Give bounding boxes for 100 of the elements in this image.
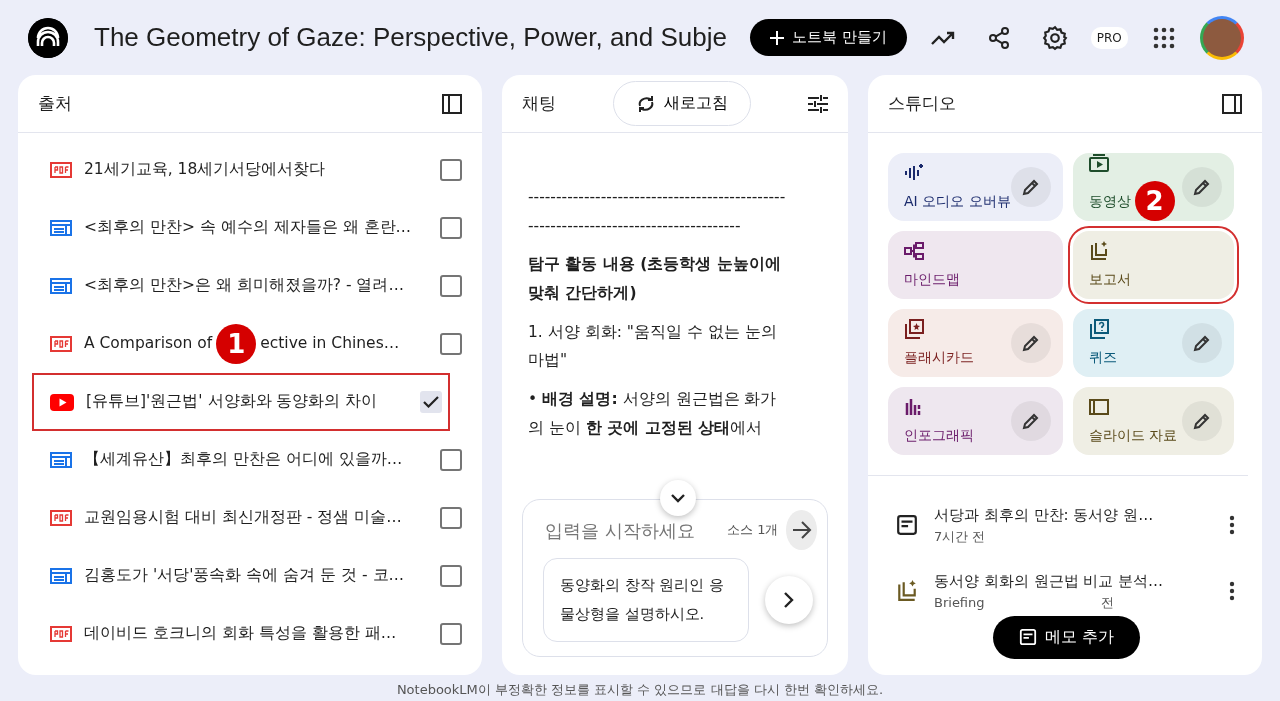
tile-label: 퀴즈 <box>1088 347 1117 367</box>
source-row[interactable]: A Comparison of 1 ective in Chines… <box>18 315 482 373</box>
source-checkbox[interactable] <box>440 565 462 587</box>
source-checkbox[interactable] <box>440 449 462 471</box>
studio-tile[interactable]: 플래시카드 <box>888 309 1063 377</box>
source-title[interactable]: ective in Chines… <box>260 332 400 356</box>
chevron-down-icon[interactable] <box>671 493 685 503</box>
source-row[interactable]: 교원임용시험 대비 최신개정판 - 정샘 미술… <box>18 489 482 547</box>
source-row[interactable]: 데이비드 호크니의 회화 특성을 활용한 패… <box>18 605 482 663</box>
plan-badge: PRO <box>1090 26 1128 49</box>
source-checkbox[interactable] <box>440 333 462 355</box>
notebook-title[interactable]: The Geometry of Gaze: Perspective, Power, and Subje <box>94 18 734 57</box>
chevron-right-icon[interactable] <box>784 592 794 608</box>
tile-label: 인포그래픽 <box>904 425 974 445</box>
panel-toggle-icon[interactable] <box>442 93 462 114</box>
suggested-question[interactable]: 동양화의 창작 원리인 응물상형을 설명하시오. <box>543 558 749 642</box>
source-title[interactable]: A Comparison of <box>84 332 213 356</box>
source-title[interactable]: 데이비드 호크니의 회화 특성을 활용한 패… <box>84 622 397 646</box>
studio-tile[interactable]: 슬라이드 자료 <box>1072 387 1234 455</box>
source-title[interactable]: <최후의 만찬> 속 예수의 제자들은 왜 혼란… <box>84 216 412 240</box>
edit-button[interactable] <box>1010 401 1051 441</box>
tile-label: 플래시카드 <box>904 347 974 367</box>
refresh-button[interactable]: 새로고침 <box>613 80 751 127</box>
source-checkbox[interactable] <box>440 623 462 645</box>
source-row[interactable]: 【세계유산】최후의 만찬은 어디에 있을까… <box>18 431 482 489</box>
source-title[interactable]: 김홍도가 '서당'풍속화 속에 숨겨 둔 것 - 코… <box>84 564 405 588</box>
studio-tile[interactable]: 동영상 2 <box>1072 153 1234 221</box>
note-title[interactable]: 서당과 최후의 만찬: 동서양 원… <box>934 504 1196 527</box>
source-checkbox[interactable] <box>440 275 462 297</box>
source-checkbox[interactable] <box>440 507 462 529</box>
arrow-right-icon[interactable] <box>791 521 812 539</box>
pencil-icon[interactable] <box>1020 411 1041 431</box>
pencil-icon[interactable] <box>1192 411 1212 431</box>
refresh-icon[interactable] <box>636 93 656 114</box>
source-title[interactable]: <최후의 만찬>은 왜 희미해졌을까? - 열려… <box>84 274 404 298</box>
logo-icon[interactable] <box>28 17 68 58</box>
panel-title: 출처 <box>38 91 72 115</box>
source-row[interactable]: 김홍도가 '서당'풍속화 속에 숨겨 둔 것 - 코… <box>18 547 482 605</box>
studio-tile[interactable]: 마인드맵 <box>888 231 1063 299</box>
edit-button[interactable] <box>1010 323 1051 363</box>
report-sparkle-icon <box>896 580 918 602</box>
tile-label: AI 오디오 오버뷰 <box>904 191 1011 211</box>
edit-button[interactable] <box>1010 167 1051 207</box>
pdf-file-icon <box>50 336 72 352</box>
pencil-icon[interactable] <box>1192 177 1212 197</box>
panel-toggle-icon[interactable] <box>1222 93 1242 114</box>
mind-map-icon <box>904 240 924 261</box>
pdf-file-icon <box>50 510 72 526</box>
step-callout: 2 <box>1134 181 1175 221</box>
send-button[interactable] <box>786 510 817 550</box>
chat-message-text: ------------------------------------------------------------------------------------ <box>528 187 787 237</box>
chat-message-text: 탐구 활동 내용 (초등학생 눈높이에 맞춰 간단하게) <box>528 254 782 304</box>
plus-icon[interactable] <box>770 30 784 45</box>
panel-title: 채팅 <box>522 91 556 115</box>
tile-label: 마인드맵 <box>904 269 960 289</box>
web-page-icon <box>50 452 72 468</box>
web-page-icon <box>50 220 72 236</box>
source-checkbox[interactable] <box>440 217 462 239</box>
video-icon <box>1088 153 1109 173</box>
source-checkbox[interactable] <box>440 159 462 181</box>
add-note-button[interactable]: 메모 추가 <box>993 615 1140 659</box>
edit-button[interactable] <box>1182 401 1222 441</box>
source-row[interactable]: <최후의 만찬> 속 예수의 제자들은 왜 혼란… <box>18 199 482 257</box>
slides-icon <box>1088 396 1109 417</box>
pencil-icon[interactable] <box>1020 177 1041 197</box>
chat-message-text: • 배경 설명: 서양의 원근법은 화가의 눈이 한 곳에 고정된 상태에서 <box>528 389 778 439</box>
studio-tile[interactable]: 인포그래픽 <box>888 387 1063 455</box>
pdf-file-icon <box>50 626 72 642</box>
studio-tile[interactable]: AI 오디오 오버뷰 <box>888 153 1063 221</box>
source-row[interactable]: 21세기교육, 18세기서당에서찾다 <box>18 141 482 199</box>
web-page-icon <box>50 278 72 294</box>
scroll-down-button[interactable] <box>660 480 696 516</box>
web-page-icon <box>50 568 72 584</box>
note-icon <box>896 514 918 536</box>
pdf-file-icon <box>50 162 72 178</box>
studio-tile[interactable]: 퀴즈 <box>1072 309 1234 377</box>
panel-title: 스튜디오 <box>888 91 956 115</box>
audio-wave-icon <box>904 162 924 183</box>
source-row[interactable]: [유튜브]'원근법' 서양화와 동양화의 차이 <box>32 373 450 431</box>
tile-label: 동영상 <box>1088 191 1131 211</box>
disclaimer-text: NotebookLM이 부정확한 정보를 표시할 수 있으므로 대답을 다시 한번 확인하세요. <box>395 681 885 699</box>
note-subtitle: 전 <box>1101 593 1114 612</box>
pencil-icon[interactable] <box>1020 333 1041 353</box>
source-row[interactable]: <최후의 만찬>은 왜 희미해졌을까? - 열려… <box>18 257 482 315</box>
tune-icon[interactable] <box>808 94 828 113</box>
edit-button[interactable] <box>1182 323 1222 363</box>
tile-label: 슬라이드 자료 <box>1088 425 1178 445</box>
note-subtitle: Briefing <box>934 593 985 612</box>
source-title[interactable]: [유튜브]'원근법' 서양화와 동양화의 차이 <box>86 390 378 414</box>
pencil-icon[interactable] <box>1192 333 1212 353</box>
create-notebook-button[interactable]: 노트북 만들기 <box>750 19 907 56</box>
note-title[interactable]: 동서양 회화의 원근법 비교 분석… <box>934 570 1196 593</box>
source-title[interactable]: 교원임용시험 대비 최신개정판 - 정샘 미술… <box>84 506 402 530</box>
source-title[interactable]: 21세기교육, 18세기서당에서찾다 <box>84 158 326 182</box>
flashcard-icon <box>904 318 924 339</box>
source-count: 소스 1개 <box>727 521 779 540</box>
source-title[interactable]: 【세계유산】최후의 만찬은 어디에 있을까… <box>84 448 403 472</box>
step-callout: 1 <box>216 324 257 364</box>
note-icon[interactable] <box>1019 628 1037 647</box>
edit-button[interactable] <box>1182 167 1222 207</box>
